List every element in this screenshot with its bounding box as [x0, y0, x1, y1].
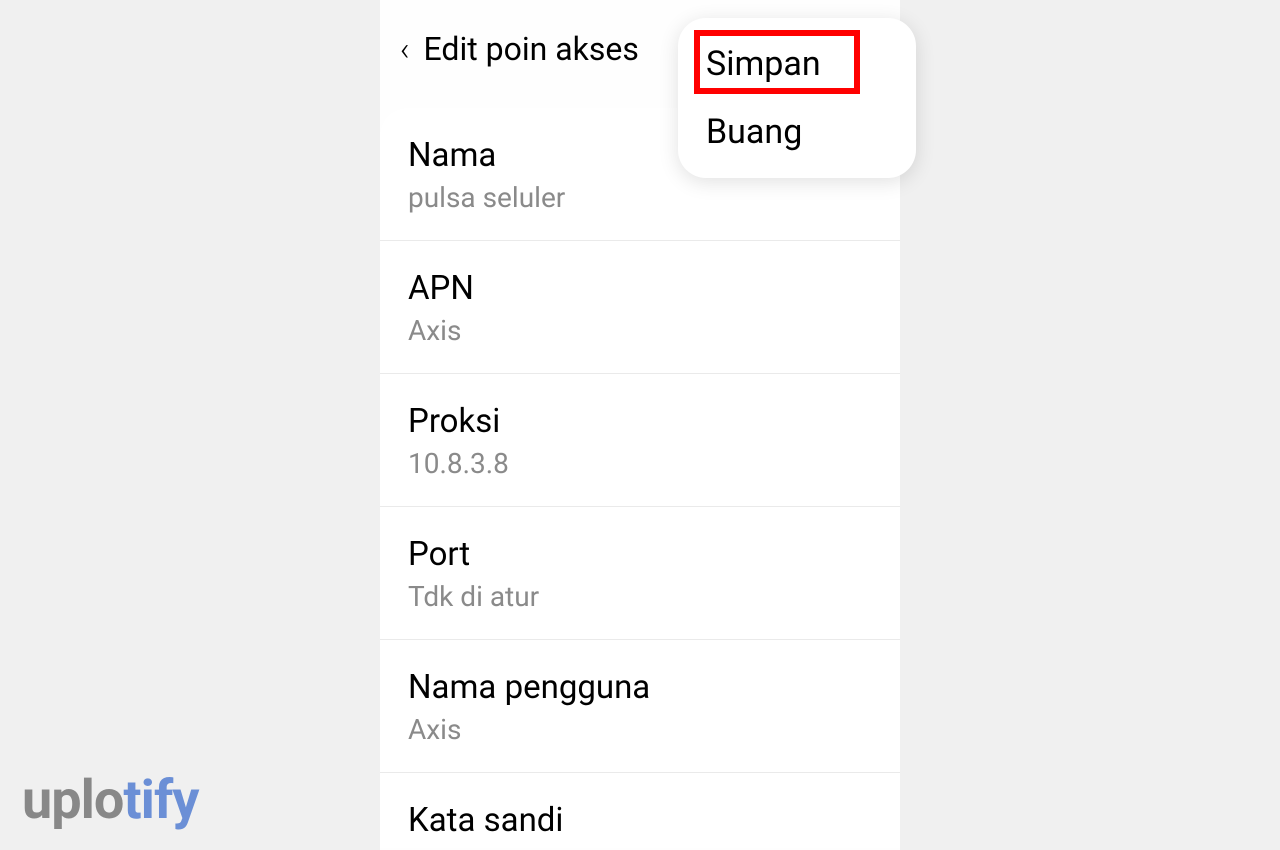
- back-icon[interactable]: ‹: [400, 33, 410, 65]
- setting-label: APN: [408, 269, 872, 308]
- setting-row-username[interactable]: Nama pengguna Axis: [380, 640, 900, 773]
- watermark-part2: tify: [123, 769, 198, 832]
- popup-save[interactable]: Simpan: [678, 30, 916, 98]
- popup-discard[interactable]: Buang: [678, 98, 916, 166]
- setting-label: Nama pengguna: [408, 668, 872, 707]
- setting-row-port[interactable]: Port Tdk di atur: [380, 507, 900, 640]
- setting-label: Proksi: [408, 402, 872, 441]
- setting-label: Kata sandi: [408, 801, 872, 840]
- setting-value: 10.8.3.8: [408, 447, 872, 480]
- setting-value: Tdk di atur: [408, 580, 872, 613]
- setting-row-apn[interactable]: APN Axis: [380, 241, 900, 374]
- page-title: Edit poin akses: [424, 30, 639, 68]
- watermark-part1: uplo: [22, 769, 123, 832]
- popup-menu: Simpan Buang: [678, 18, 916, 178]
- watermark: uplotify: [22, 769, 198, 832]
- setting-value: Axis: [408, 314, 872, 347]
- setting-label: Port: [408, 535, 872, 574]
- setting-value: pulsa seluler: [408, 181, 872, 214]
- setting-value: Axis: [408, 713, 872, 746]
- setting-row-password[interactable]: Kata sandi: [380, 773, 900, 840]
- setting-row-proxy[interactable]: Proksi 10.8.3.8: [380, 374, 900, 507]
- settings-card: Nama pulsa seluler APN Axis Proksi 10.8.…: [380, 108, 900, 848]
